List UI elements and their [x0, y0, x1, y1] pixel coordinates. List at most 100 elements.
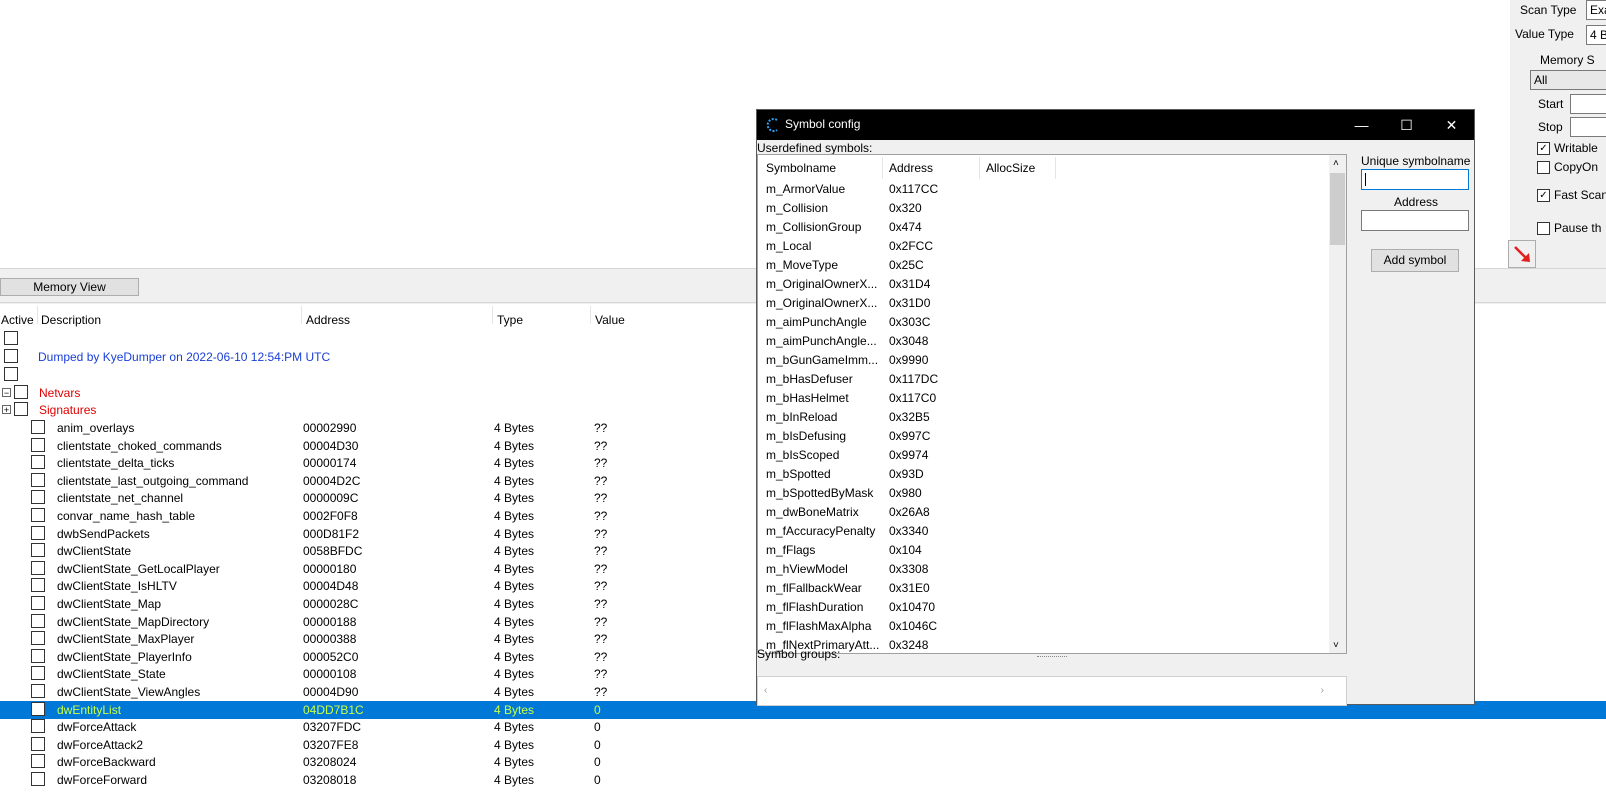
list-item[interactable]: m_Collision 0x320: [758, 199, 1338, 218]
list-item[interactable]: m_hViewModel 0x3308: [758, 560, 1338, 579]
scan-type-select[interactable]: Exa: [1586, 0, 1606, 20]
address-input[interactable]: [1361, 210, 1469, 231]
active-checkbox[interactable]: [31, 701, 45, 716]
list-item[interactable]: m_dwBoneMatrix 0x26A8: [758, 503, 1338, 522]
expand-icon[interactable]: +: [2, 405, 11, 415]
splitter-grip[interactable]: [1037, 656, 1067, 659]
minimize-button[interactable]: —: [1339, 110, 1384, 140]
scroll-down-icon[interactable]: ˅: [1333, 640, 1339, 651]
active-checkbox[interactable]: [4, 331, 18, 345]
column-header-active[interactable]: Active: [1, 313, 34, 327]
column-divider[interactable]: [979, 157, 980, 179]
copyonwrite-checkbox[interactable]: [1537, 161, 1550, 174]
column-header-address[interactable]: Address: [306, 313, 350, 327]
active-checkbox[interactable]: [31, 472, 45, 487]
column-divider[interactable]: [492, 306, 493, 324]
list-item[interactable]: m_bIsDefusing 0x997C: [758, 427, 1338, 446]
column-header-address[interactable]: Address: [889, 161, 933, 175]
column-header-allocsize[interactable]: AllocSize: [986, 161, 1035, 175]
active-checkbox[interactable]: [31, 719, 45, 734]
symbolname-cell: m_bHasDefuser: [766, 372, 853, 386]
list-item[interactable]: m_aimPunchAngle... 0x3048: [758, 332, 1338, 351]
table-row[interactable]: dwForceBackward 03208024 4 Bytes 0: [0, 753, 1606, 771]
list-item[interactable]: m_bHasHelmet 0x117C0: [758, 389, 1338, 408]
active-checkbox[interactable]: [31, 596, 45, 610]
list-item[interactable]: m_aimPunchAngle 0x303C: [758, 313, 1338, 332]
active-checkbox[interactable]: [31, 666, 45, 681]
value-type-select[interactable]: 4 B: [1586, 25, 1606, 45]
column-divider[interactable]: [1055, 157, 1056, 179]
column-divider[interactable]: [301, 306, 302, 324]
add-to-list-button[interactable]: [1508, 240, 1536, 268]
list-item[interactable]: m_bInReload 0x32B5: [758, 408, 1338, 427]
list-item[interactable]: m_OriginalOwnerX... 0x31D0: [758, 294, 1338, 313]
active-checkbox[interactable]: [31, 437, 45, 452]
memory-region-select[interactable]: All: [1530, 70, 1606, 90]
list-item[interactable]: m_ArmorValue 0x117CC: [758, 180, 1338, 199]
writable-checkbox[interactable]: ✓: [1537, 142, 1550, 155]
scroll-left-icon[interactable]: ‹: [764, 685, 767, 696]
scrollbar-thumb[interactable]: [1330, 173, 1345, 245]
active-checkbox[interactable]: [31, 754, 45, 769]
list-item[interactable]: m_fFlags 0x104: [758, 541, 1338, 560]
active-checkbox[interactable]: [31, 420, 45, 434]
column-divider[interactable]: [882, 157, 883, 179]
list-item[interactable]: m_bHasDefuser 0x117DC: [758, 370, 1338, 389]
symbol-groups-list[interactable]: ‹ ›: [757, 676, 1347, 706]
memory-view-button[interactable]: Memory View: [0, 278, 139, 296]
active-checkbox[interactable]: [31, 613, 45, 628]
list-item[interactable]: m_flNextPrimaryAtt... 0x3248: [758, 636, 1338, 653]
active-checkbox[interactable]: [14, 402, 28, 416]
column-header-description[interactable]: Description: [41, 313, 101, 327]
active-checkbox[interactable]: [31, 508, 45, 522]
maximize-button[interactable]: ☐: [1384, 110, 1429, 140]
table-row[interactable]: dwForceAttack2 03207FE8 4 Bytes 0: [0, 736, 1606, 754]
table-row[interactable]: dwForceAttack 03207FDC 4 Bytes 0: [0, 718, 1606, 736]
column-header-type[interactable]: Type: [497, 313, 523, 327]
dialog-title-bar[interactable]: Symbol config — ☐ ✕: [757, 110, 1474, 140]
symbol-list[interactable]: Symbolname Address AllocSize m_ArmorValu…: [757, 154, 1347, 654]
active-checkbox[interactable]: [31, 736, 45, 751]
list-item[interactable]: m_OriginalOwnerX... 0x31D4: [758, 275, 1338, 294]
stop-address-input[interactable]: [1570, 117, 1606, 137]
active-checkbox[interactable]: [31, 490, 45, 505]
pause-checkbox[interactable]: [1537, 222, 1550, 235]
active-checkbox[interactable]: [31, 684, 45, 698]
list-item[interactable]: m_flFlashMaxAlpha 0x1046C: [758, 617, 1338, 636]
active-checkbox[interactable]: [31, 772, 45, 786]
column-header-symbolname[interactable]: Symbolname: [766, 161, 836, 175]
active-checkbox[interactable]: [31, 631, 45, 646]
active-checkbox[interactable]: [31, 560, 45, 575]
active-checkbox[interactable]: [14, 385, 28, 399]
active-checkbox[interactable]: [31, 578, 45, 593]
list-item[interactable]: m_flFlashDuration 0x10470: [758, 598, 1338, 617]
list-item[interactable]: m_Local 0x2FCC: [758, 237, 1338, 256]
column-divider[interactable]: [37, 306, 38, 324]
list-item[interactable]: m_bSpotted 0x93D: [758, 465, 1338, 484]
active-checkbox[interactable]: [4, 349, 18, 363]
list-item[interactable]: m_flFallbackWear 0x31E0: [758, 579, 1338, 598]
collapse-icon[interactable]: −: [2, 388, 11, 398]
scroll-right-icon[interactable]: ›: [1321, 685, 1324, 696]
column-divider[interactable]: [590, 306, 591, 324]
list-item[interactable]: m_bIsScoped 0x9974: [758, 446, 1338, 465]
list-item[interactable]: m_fAccuracyPenalty 0x3340: [758, 522, 1338, 541]
vertical-scrollbar[interactable]: ˄ ˅: [1329, 155, 1346, 653]
scroll-up-icon[interactable]: ˄: [1333, 158, 1339, 169]
column-header-value[interactable]: Value: [595, 313, 625, 327]
active-checkbox[interactable]: [4, 367, 18, 381]
symbolname-input[interactable]: [1361, 169, 1469, 190]
add-symbol-button[interactable]: Add symbol: [1371, 249, 1459, 272]
table-row[interactable]: dwForceForward 03208018 4 Bytes 0: [0, 771, 1606, 789]
active-checkbox[interactable]: [31, 525, 45, 540]
active-checkbox[interactable]: [31, 543, 45, 558]
close-button[interactable]: ✕: [1429, 110, 1474, 140]
fast-scan-checkbox[interactable]: ✓: [1537, 189, 1550, 202]
list-item[interactable]: m_bGunGameImm... 0x9990: [758, 351, 1338, 370]
list-item[interactable]: m_CollisionGroup 0x474: [758, 218, 1338, 237]
list-item[interactable]: m_MoveType 0x25C: [758, 256, 1338, 275]
list-item[interactable]: m_bSpottedByMask 0x980: [758, 484, 1338, 503]
active-checkbox[interactable]: [31, 455, 45, 470]
active-checkbox[interactable]: [31, 648, 45, 663]
start-address-input[interactable]: [1570, 94, 1606, 114]
